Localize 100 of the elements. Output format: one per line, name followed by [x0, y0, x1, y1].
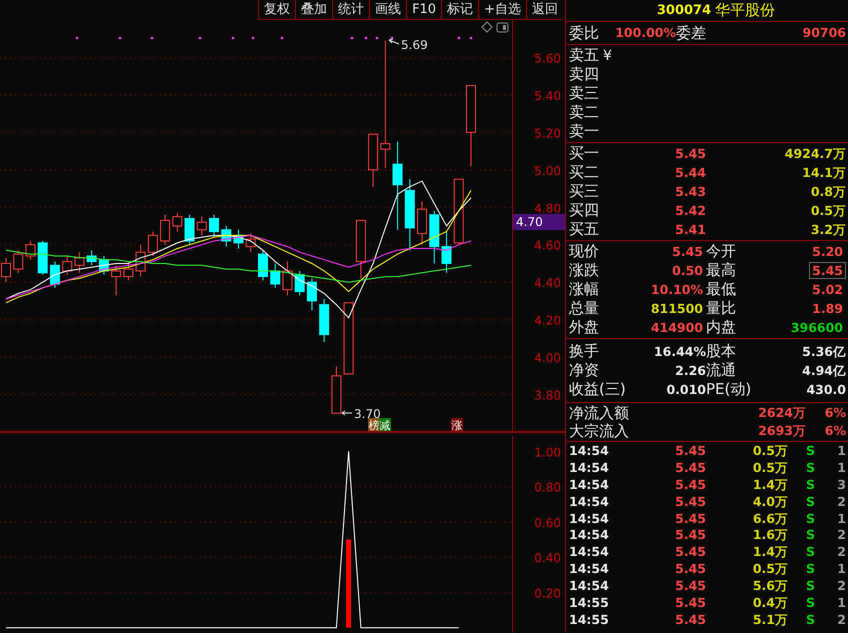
field-value: 0.010 [665, 380, 706, 398]
field-label: 内盘 [706, 318, 737, 337]
panel-toggle-icon[interactable] [496, 22, 508, 32]
signal-dot [280, 36, 284, 40]
trade-side: S [805, 442, 816, 458]
flow-label: 净流入额 [569, 404, 630, 423]
order-price: 5.42 [674, 202, 706, 220]
order-volume: 0.8万 [810, 182, 846, 200]
axis-label: 4.40 [534, 276, 561, 290]
flow-ratio: 6% [824, 404, 846, 422]
trade-count: 2 [836, 494, 846, 509]
axis-label: 5.40 [534, 88, 561, 103]
flow-label: 大宗流入 [569, 422, 630, 441]
toolbar-button[interactable]: 返回 [526, 0, 563, 20]
field-label: 最高 [706, 261, 737, 280]
trade-side: S [805, 460, 816, 475]
trade-count: 1 [836, 594, 846, 610]
trade-side: S [805, 527, 816, 542]
order-level-label: 买五 [569, 220, 600, 239]
flow-ratio: 6% [824, 422, 846, 440]
price-annotation: 5.69 [388, 38, 428, 52]
trade-price: 5.45 [674, 578, 706, 594]
trade-time: 14:54 [569, 494, 610, 509]
axis-label: 4.00 [534, 351, 561, 366]
trade-side: S [805, 561, 816, 576]
candlestick [136, 244, 146, 278]
stock-code: 300074 [656, 3, 712, 18]
candlestick [86, 250, 97, 266]
field-label: 净资 [569, 361, 600, 380]
field-value: 5.36亿 [801, 342, 846, 360]
toolbar-button[interactable]: 复权 [258, 0, 296, 20]
signal-dot [376, 36, 378, 40]
signal-dot [364, 36, 368, 40]
stock-name: 华平股份 [715, 1, 776, 20]
axis-label: 4.60 [534, 238, 561, 253]
trade-side: S [805, 476, 816, 492]
candlestick [368, 134, 378, 188]
order-level-label: 卖四 [569, 65, 599, 84]
trade-side: S [805, 544, 816, 560]
trade-volume: 1.4万 [752, 476, 788, 492]
order-price: 5.44 [674, 164, 706, 182]
order-price: 5.43 [674, 182, 706, 200]
order-level-label: 买一 [569, 144, 600, 163]
trade-side: S [805, 578, 816, 594]
trade-time: 14:54 [569, 527, 610, 542]
trade-time: 14:54 [569, 510, 610, 526]
trade-price: 5.45 [674, 442, 706, 458]
trade-time: 14:55 [569, 594, 610, 610]
trade-time: 14:54 [569, 578, 610, 594]
trade-price: 5.45 [674, 510, 706, 526]
trade-count: 1 [836, 561, 846, 576]
trade-count: 2 [836, 612, 846, 627]
trade-volume: 1.4万 [752, 544, 788, 560]
candlestick [270, 262, 280, 288]
candlestick [196, 216, 207, 236]
toolbar-button[interactable]: 画线 [369, 0, 406, 20]
field-label: 股本 [706, 342, 737, 361]
field-value: 430.0 [805, 380, 846, 398]
candlestick [50, 261, 60, 288]
trade-count: 1 [836, 442, 846, 458]
candlestick [331, 366, 342, 414]
candlestick [184, 214, 195, 246]
order-level-label: 卖二 [569, 103, 599, 122]
candlestick [74, 252, 84, 274]
trade-count: 2 [836, 544, 846, 560]
signal-dot [232, 36, 234, 40]
signal-dot [198, 36, 202, 40]
trade-volume: 1.6万 [752, 527, 788, 542]
candlestick [319, 298, 330, 343]
toolbar-button[interactable]: 叠加 [295, 0, 332, 20]
field-value: 5.45 [671, 243, 704, 260]
toolbar-button[interactable]: 标记 [441, 0, 478, 20]
field-label: 流通 [706, 361, 737, 380]
field-label: 换手 [569, 342, 600, 361]
toolbar-button[interactable]: F10 [406, 0, 442, 20]
axis-label: 5.00 [534, 164, 561, 178]
field-label: PE(动) [706, 380, 750, 399]
candlestick [111, 264, 122, 296]
candlestick [13, 250, 24, 274]
toolbar-button[interactable]: 统计 [332, 0, 370, 20]
trade-count: 1 [836, 460, 846, 475]
order-level-label: 买四 [569, 201, 600, 220]
field-label: 最低 [706, 280, 737, 299]
field-value: 90706 [802, 24, 846, 42]
trade-time: 14:54 [569, 460, 610, 475]
trade-side: S [805, 594, 816, 610]
order-price: 5.45 [674, 144, 706, 162]
order-price: 5.41 [674, 220, 706, 238]
toolbar-button[interactable]: +自选 [478, 0, 526, 20]
field-label: 总量 [569, 299, 600, 318]
trade-volume: 0.5万 [752, 561, 788, 576]
order-level-label: 买二 [569, 163, 600, 182]
axis-label: 0.40 [534, 551, 561, 566]
candlestick [160, 214, 170, 246]
field-label: 涨幅 [569, 280, 600, 299]
field-label: 委比 [569, 24, 600, 42]
candlestick [282, 261, 292, 296]
diamond-icon[interactable] [481, 21, 493, 33]
trade-price: 5.45 [674, 460, 706, 475]
field-value: 2.26 [674, 362, 706, 380]
